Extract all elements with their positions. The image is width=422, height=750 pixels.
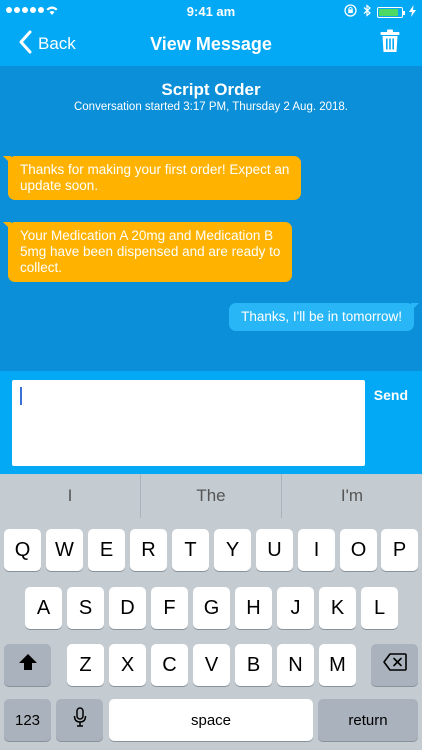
key-o[interactable]: O <box>340 529 377 571</box>
message-line: Thanks, I'll be in tomorrow! <box>241 309 402 324</box>
message-line: update soon. <box>20 178 99 193</box>
charging-bolt-icon <box>409 4 416 20</box>
message-bubble-incoming: Your Medication A 20mg and Medication B … <box>2 222 293 282</box>
conversation-area: Script Order Conversation started 3:17 P… <box>0 66 422 371</box>
key-b[interactable]: B <box>235 644 272 686</box>
status-bar: 9:41 am <box>0 0 422 22</box>
conversation-title: Script Order <box>161 80 261 99</box>
key-t[interactable]: T <box>172 529 209 571</box>
delete-button[interactable] <box>380 29 406 57</box>
key-n[interactable]: N <box>277 644 314 686</box>
message-bubble-incoming: Thanks for making your first order! Expe… <box>2 156 302 200</box>
keyboard: Q W E R T Y U I O P A S D F G H J K L Z … <box>0 518 422 750</box>
key-h[interactable]: H <box>235 587 272 629</box>
navigation-bar: Back View Message <box>0 22 422 66</box>
message-line: 5mg have been dispensed and are ready to <box>20 244 281 259</box>
dictation-key[interactable] <box>56 699 103 741</box>
space-key[interactable]: space <box>109 699 313 741</box>
return-key[interactable]: return <box>318 699 418 741</box>
backspace-key[interactable] <box>371 644 418 686</box>
key-z[interactable]: Z <box>67 644 104 686</box>
message-line: collect. <box>20 260 63 275</box>
compose-bar: Send <box>0 371 422 474</box>
numbers-key[interactable]: 123 <box>4 699 51 741</box>
key-f[interactable]: F <box>151 587 188 629</box>
conversation-subtitle: Conversation started 3:17 PM, Thursday 2… <box>73 101 349 113</box>
key-i[interactable]: I <box>298 529 335 571</box>
key-k[interactable]: K <box>319 587 356 629</box>
backspace-icon <box>382 653 407 677</box>
key-r[interactable]: R <box>130 529 167 571</box>
trash-icon <box>380 29 400 57</box>
shift-arrow-icon <box>18 653 38 677</box>
key-d[interactable]: D <box>109 587 146 629</box>
text-caret <box>20 387 22 405</box>
shift-key[interactable] <box>4 644 51 686</box>
key-x[interactable]: X <box>109 644 146 686</box>
key-p[interactable]: P <box>381 529 418 571</box>
key-y[interactable]: Y <box>214 529 251 571</box>
suggestion-item[interactable]: I'm <box>282 474 422 518</box>
key-a[interactable]: A <box>25 587 62 629</box>
suggestion-item[interactable]: I <box>0 474 141 518</box>
send-button[interactable]: Send <box>374 387 408 403</box>
key-q[interactable]: Q <box>4 529 41 571</box>
bluetooth-icon <box>363 4 371 20</box>
message-bubble-outgoing: Thanks, I'll be in tomorrow! <box>229 303 419 331</box>
key-c[interactable]: C <box>151 644 188 686</box>
page-title: View Message <box>150 34 272 54</box>
key-u[interactable]: U <box>256 529 293 571</box>
key-l[interactable]: L <box>361 587 398 629</box>
rotation-lock-icon <box>344 4 357 20</box>
message-input[interactable] <box>12 380 365 466</box>
key-e[interactable]: E <box>88 529 125 571</box>
key-w[interactable]: W <box>46 529 83 571</box>
key-m[interactable]: M <box>319 644 356 686</box>
key-g[interactable]: G <box>193 587 230 629</box>
key-v[interactable]: V <box>193 644 230 686</box>
key-s[interactable]: S <box>67 587 104 629</box>
battery-icon <box>377 6 405 18</box>
key-j[interactable]: J <box>277 587 314 629</box>
predictive-text-bar: I The I'm <box>0 474 422 518</box>
microphone-icon <box>73 707 87 733</box>
message-line: Your Medication A 20mg and Medication B <box>20 228 274 243</box>
message-line: Thanks for making your first order! Expe… <box>20 162 290 177</box>
suggestion-item[interactable]: The <box>141 474 282 518</box>
